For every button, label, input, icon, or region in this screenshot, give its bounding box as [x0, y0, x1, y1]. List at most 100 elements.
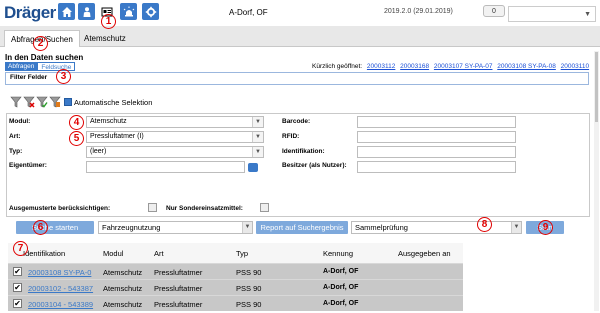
row-art: Pressluftatmer	[154, 268, 203, 277]
funnel-edit-icon[interactable]	[49, 96, 61, 108]
search-heading: In den Daten suchen	[5, 53, 84, 62]
modul-label: Modul:	[9, 118, 31, 125]
art-label: Art:	[9, 133, 21, 140]
location-label: A-Dorf, OF	[229, 8, 268, 17]
col-typ[interactable]: Typ	[236, 249, 248, 258]
row-kennung: A-Dorf, OF	[323, 284, 359, 291]
row-checkbox[interactable]: ✔	[13, 299, 22, 308]
recently-opened: Kürzlich geöffnet: 20003112 20003168 200…	[312, 63, 589, 70]
chevron-down-icon: ▼	[242, 222, 252, 233]
row-modul: Atemschutz	[103, 268, 143, 277]
row-checkbox[interactable]: ✔	[13, 267, 22, 276]
recent-label: Kürzlich geöffnet:	[312, 63, 363, 70]
recent-link[interactable]: 20003168	[400, 63, 429, 70]
besitzer-input[interactable]	[357, 161, 516, 173]
table-row[interactable]: ✔ 20003108 SY-PA-0 Atemschutz Presslufta…	[8, 263, 463, 279]
ausgemusterte-checkbox[interactable]	[148, 203, 157, 212]
filter-toolbar: Automatische Selektion	[10, 96, 152, 108]
subtab-feldsuche[interactable]: Feldsuche	[37, 62, 76, 71]
main-tabs: Abfragen/Suchen Atemschutz	[0, 26, 600, 47]
sonder-label: Nur Sondereinsatzmittel:	[166, 205, 243, 212]
typ-label: Typ:	[9, 148, 23, 155]
fahrzeugnutzung-value: Fahrzeugnutzung	[102, 223, 161, 232]
annotation-marker: 5	[69, 131, 84, 146]
annotation-marker: 9	[538, 220, 553, 235]
search-start-button[interactable]: Suche starten	[16, 221, 94, 234]
tab-atemschutz[interactable]: Atemschutz	[78, 30, 132, 47]
annotation-marker: 8	[477, 217, 492, 232]
filter-fields-label: Filter Felder	[10, 74, 48, 81]
identifikation-input[interactable]	[357, 146, 516, 158]
notification-counter[interactable]: 0	[483, 5, 505, 17]
funnel-check-icon[interactable]	[36, 96, 48, 108]
typ-select[interactable]: (leer) ▼	[86, 146, 264, 158]
filter-fields-box[interactable]	[5, 72, 589, 85]
col-modul[interactable]: Modul	[103, 249, 123, 258]
user-select[interactable]: ▼	[508, 6, 596, 22]
col-art[interactable]: Art	[154, 249, 164, 258]
row-modul: Atemschutz	[103, 284, 143, 293]
ausgemusterte-label: Ausgemusterte berücksichtigen:	[9, 205, 111, 212]
chevron-down-icon: ▼	[511, 222, 521, 233]
annotation-marker: 4	[69, 115, 84, 130]
sammelpruefung-value: Sammelprüfung	[355, 223, 408, 232]
col-kennung[interactable]: Kennung	[323, 249, 353, 258]
row-typ: PSS 90	[236, 284, 262, 293]
rfid-input[interactable]	[357, 131, 516, 143]
modul-select[interactable]: Atemschutz ▼	[86, 116, 264, 128]
col-ausgegeben[interactable]: Ausgegeben an	[398, 249, 451, 258]
row-id-link[interactable]: 20003108 SY-PA-0	[28, 268, 91, 277]
gear-icon	[145, 6, 156, 17]
barcode-label: Barcode:	[282, 118, 311, 125]
app-header: Dräger A-Dorf, OF 2019.2.0 (29.01.2019) …	[0, 0, 600, 26]
row-id-link[interactable]: 20003104 - 543389	[28, 300, 93, 309]
auto-selection-label: Automatische Selektion	[74, 97, 153, 107]
report-button[interactable]: Report auf Suchergebnis	[256, 221, 348, 234]
annotation-marker: 6	[33, 220, 48, 235]
funnel-remove-icon[interactable]	[23, 96, 35, 108]
annotation-marker: 7	[13, 241, 28, 256]
results-table-header: Identifikation Modul Art Typ Kennung Aus…	[8, 243, 463, 263]
user-button[interactable]	[78, 3, 95, 20]
subtab-abfragen[interactable]: Abfragen	[5, 62, 38, 71]
recent-link[interactable]: 20003107 SY-PA-07	[434, 63, 493, 70]
action-bar: Suche starten Fahrzeugnutzung ▼ Report a…	[0, 219, 600, 236]
home-icon	[61, 6, 72, 17]
barcode-input[interactable]	[357, 116, 516, 128]
chevron-down-icon: ▼	[252, 132, 263, 142]
sammelpruefung-select[interactable]: Sammelprüfung ▼	[351, 221, 522, 234]
scrollbar-thumb[interactable]	[595, 52, 598, 122]
art-select[interactable]: Pressluftatmer (I) ▼	[86, 131, 264, 143]
row-checkbox[interactable]: ✔	[13, 283, 22, 292]
auto-selection-checkbox[interactable]	[64, 98, 72, 106]
logo: Dräger	[4, 3, 56, 22]
col-identifikation[interactable]: Identifikation	[23, 249, 65, 258]
row-modul: Atemschutz	[103, 300, 143, 309]
funnel-icon[interactable]	[10, 96, 22, 108]
chevron-down-icon: ▼	[252, 147, 263, 157]
row-art: Pressluftatmer	[154, 284, 203, 293]
annotation-marker: 3	[56, 69, 71, 84]
owner-lookup-button[interactable]	[248, 163, 258, 172]
eigentuemer-input[interactable]	[86, 161, 245, 173]
person-icon	[83, 6, 90, 17]
row-art: Pressluftatmer	[154, 300, 203, 309]
chevron-down-icon: ▼	[252, 117, 263, 127]
eigentuemer-label: Eigentümer:	[9, 162, 47, 169]
besitzer-label: Besitzer (als Nutzer):	[282, 162, 347, 169]
settings-button[interactable]	[142, 3, 159, 20]
alarm-button[interactable]	[120, 3, 137, 20]
siren-icon	[123, 6, 134, 16]
typ-value: (leer)	[90, 148, 107, 155]
recent-link[interactable]: 20003110	[561, 63, 589, 70]
chevron-down-icon: ▼	[584, 11, 591, 18]
table-row[interactable]: ✔ 20003104 - 543389 Atemschutz Pressluft…	[8, 295, 463, 311]
row-typ: PSS 90	[236, 268, 262, 277]
recent-link[interactable]: 20003112	[367, 63, 395, 70]
sonder-checkbox[interactable]	[260, 203, 269, 212]
table-row[interactable]: ✔ 20003102 - 543387 Atemschutz Pressluft…	[8, 279, 463, 295]
recent-link[interactable]: 20003108 SY-PA-08	[497, 63, 556, 70]
row-id-link[interactable]: 20003102 - 543387	[28, 284, 93, 293]
fahrzeugnutzung-select[interactable]: Fahrzeugnutzung ▼	[98, 221, 253, 234]
home-button[interactable]	[58, 3, 75, 20]
